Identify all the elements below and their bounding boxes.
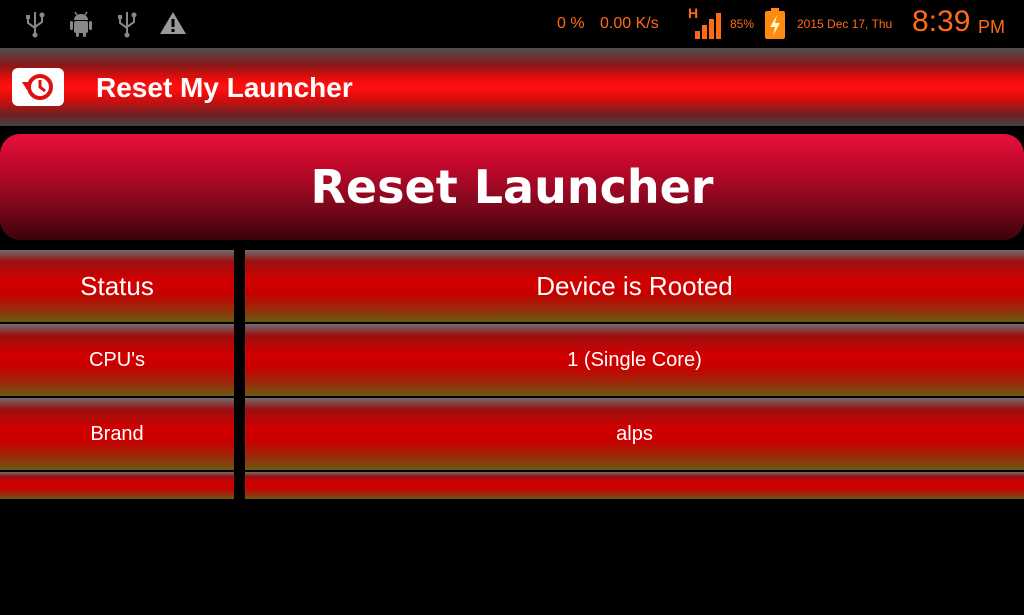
clock-time: 8:39 (912, 5, 971, 38)
usb-icon (118, 12, 137, 38)
status-label: Status (0, 250, 234, 322)
cpu-value: 1 (Single Core) (245, 324, 1024, 396)
signal-h-icon: H (688, 5, 722, 41)
status-bar: 0 % 0.00 K/s H 85% 2015 Dec 17, Thu 8:39… (0, 0, 1024, 48)
action-bar: Reset My Launcher (0, 48, 1024, 126)
app-title: Reset My Launcher (96, 72, 353, 103)
clock-ampm: PM (978, 17, 1005, 37)
cpu-usage-text: 0 % (557, 15, 585, 32)
reset-launcher-app-icon[interactable] (12, 68, 64, 106)
usb-icon (26, 12, 45, 38)
brand-value: alps (245, 398, 1024, 470)
divider (0, 126, 1024, 134)
brand-label: Brand (0, 398, 234, 470)
cpu-label: CPU's (0, 324, 234, 396)
date-text: 2015 Dec 17, Thu (797, 17, 893, 31)
table-row-partial (245, 472, 1024, 499)
network-speed-text: 0.00 K/s (600, 15, 659, 32)
battery-percent-text: 85% (730, 17, 755, 31)
android-debug-icon (70, 11, 92, 37)
table-row-partial (0, 472, 234, 499)
warning-icon (160, 12, 186, 34)
reset-launcher-button[interactable]: Reset Launcher (0, 134, 1024, 240)
status-value: Device is Rooted (245, 250, 1024, 322)
battery-charging-icon (765, 8, 785, 39)
